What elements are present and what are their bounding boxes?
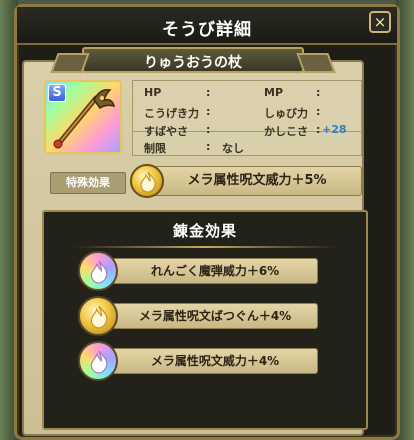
alchemy-effect-2-orb — [78, 296, 118, 336]
alchemy-effect-3-orb — [78, 341, 118, 381]
flame-icon — [90, 305, 108, 329]
stat-wisdom-label: かしこさ — [264, 125, 308, 138]
stat-mp-colon: : — [316, 86, 321, 99]
dialog-title: そうび詳細 — [162, 20, 252, 40]
special-effect-bar: メラ属性呪文威力＋5% — [152, 166, 362, 196]
stat-restriction-label: 制限 — [144, 142, 166, 155]
dialog-title-bar: そうび詳細 × — [17, 7, 397, 45]
stat-speed-colon: : — [206, 123, 211, 136]
alchemy-effect-2: メラ属性呪文ばつぐん＋4% — [112, 303, 318, 329]
close-button[interactable]: × — [369, 11, 391, 33]
flame-icon — [90, 350, 108, 374]
item-name-banner: りゅうおうの杖 — [82, 47, 304, 73]
stat-wisdom-value: +28 — [322, 123, 347, 136]
staff-icon — [53, 88, 116, 149]
alchemy-title-underline — [74, 246, 336, 248]
alchemy-effect-1: れんごく魔弾威力＋6% — [112, 258, 318, 284]
stat-hp-label: HP — [144, 86, 162, 99]
alchemy-effect-1-orb — [78, 251, 118, 291]
stat-attack-label: こうげき力 — [144, 107, 199, 120]
special-effect-label: 特殊効果 — [50, 172, 126, 194]
stat-restriction-colon: : — [206, 140, 211, 153]
stat-defense-colon: : — [316, 105, 321, 118]
flame-icon — [90, 260, 108, 284]
stat-restriction-value: なし — [222, 142, 244, 155]
stat-wisdom-colon: : — [316, 123, 321, 136]
special-effect-orb — [130, 164, 164, 198]
flame-icon — [140, 171, 156, 193]
stat-mp-label: MP — [264, 86, 284, 99]
alchemy-title: 錬金効果 — [172, 222, 237, 240]
stat-defense-label: しゅび力 — [264, 107, 308, 120]
alchemy-effect-3: メラ属性呪文威力＋4% — [112, 348, 318, 374]
stat-attack-colon: : — [206, 105, 211, 118]
item-name: りゅうおうの杖 — [144, 55, 242, 71]
stat-speed-label: すばやさ — [144, 125, 188, 138]
stat-hp-colon: : — [206, 86, 211, 99]
item-icon-frame: S — [44, 80, 122, 154]
